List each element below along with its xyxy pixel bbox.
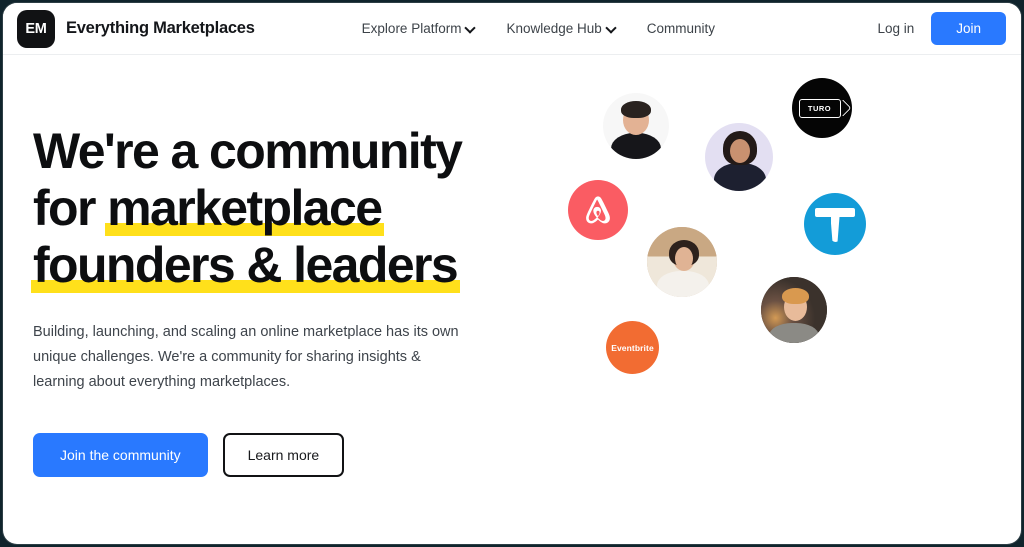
avatar-man-black-tshirt — [603, 93, 669, 159]
brand-logo[interactable]: EM Everything Marketplaces — [17, 9, 255, 48]
eventbrite-wordmark: Eventbrite — [611, 342, 654, 353]
turo-wordmark: TURO — [798, 98, 841, 118]
nav-label-knowledge-hub: Knowledge Hub — [506, 21, 602, 36]
em-monogram-icon: EM — [17, 9, 55, 48]
headline-text-2: for — [33, 180, 108, 236]
avatar-art — [705, 123, 773, 191]
headline-text-1: We're a community — [33, 123, 463, 179]
hero-copy: We're a community for marketplace founde… — [3, 55, 543, 544]
headline-line-3: founders & leaders — [30, 237, 543, 294]
avatar-woman-kitchen — [647, 227, 717, 297]
brand-name: Everything Marketplaces — [66, 19, 255, 37]
browser-viewport: EM Everything Marketplaces Explore Platf… — [3, 3, 1021, 544]
avatar-art — [647, 227, 717, 297]
avatar-art — [603, 93, 669, 159]
main-navigation: Explore Platform Knowledge Hub Community — [362, 21, 715, 36]
headline-line-1: We're a community — [33, 123, 543, 180]
member-logo-collage: TURO Eventbrite — [543, 55, 1021, 544]
avatar-woman-lavender — [705, 123, 773, 191]
hero-section: We're a community for marketplace founde… — [3, 55, 1021, 544]
hero-cta-row: Join the community Learn more — [33, 433, 543, 477]
headline-highlight-marketplace: marketplace — [105, 180, 385, 236]
thumbtack-logo — [804, 193, 866, 255]
learn-more-button[interactable]: Learn more — [222, 433, 345, 477]
headline-line-2: for marketplace — [33, 180, 543, 237]
nav-label-community: Community — [646, 21, 716, 36]
join-the-community-button[interactable]: Join the community — [33, 433, 208, 477]
turo-label: TURO — [807, 103, 832, 113]
chevron-down-icon — [607, 23, 616, 32]
site-header: EM Everything Marketplaces Explore Platf… — [3, 3, 1021, 55]
avatar-person-light-hair — [761, 277, 827, 343]
nav-item-community[interactable]: Community — [647, 21, 715, 36]
nav-item-knowledge-hub[interactable]: Knowledge Hub — [506, 21, 615, 36]
nav-item-explore-platform[interactable]: Explore Platform — [362, 21, 476, 36]
join-button[interactable]: Join — [931, 12, 1006, 45]
airbnb-belo-icon — [586, 196, 610, 224]
page-title: We're a community for marketplace founde… — [30, 123, 543, 294]
airbnb-logo — [568, 180, 628, 240]
chevron-down-icon — [466, 23, 475, 32]
nav-label-explore-platform: Explore Platform — [361, 21, 462, 36]
eventbrite-logo: Eventbrite — [606, 321, 659, 374]
login-link[interactable]: Log in — [877, 21, 914, 36]
hero-subcopy: Building, launching, and scaling an onli… — [33, 324, 459, 390]
header-actions: Log in Join — [877, 12, 1021, 45]
avatar-art — [761, 277, 827, 343]
turo-logo: TURO — [792, 78, 852, 138]
thumbtack-t-icon — [815, 205, 855, 243]
headline-highlight-founders-leaders: founders & leaders — [30, 237, 461, 293]
